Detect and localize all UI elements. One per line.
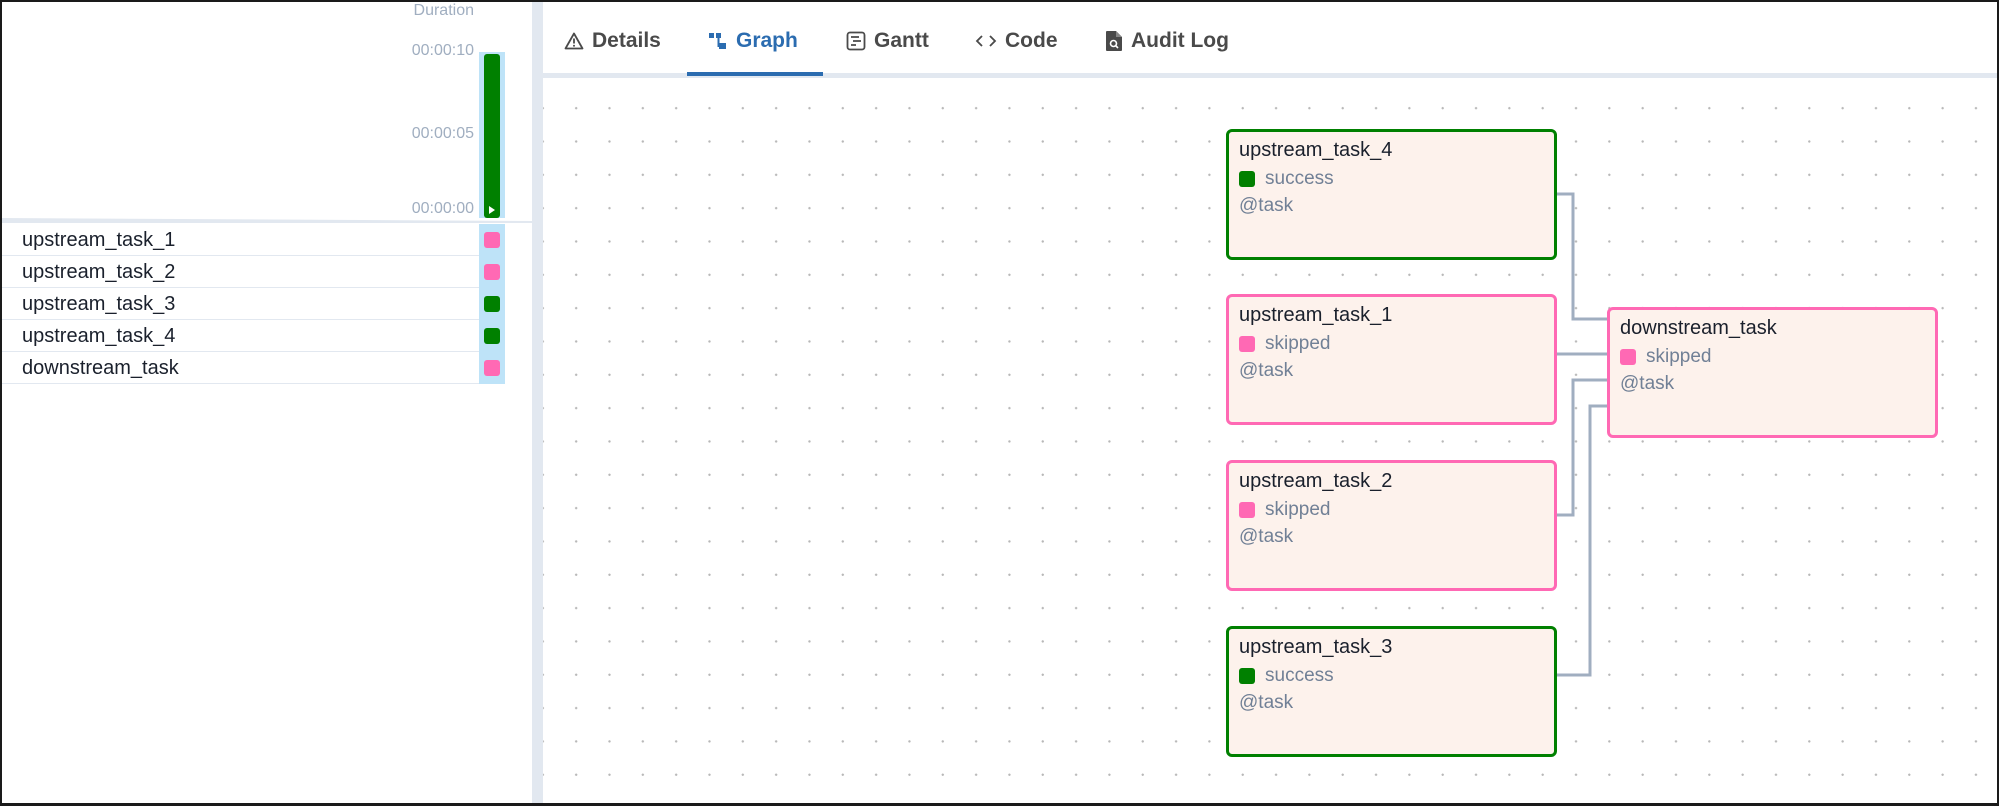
tab-details-label: Details (592, 29, 661, 52)
node-status: skipped (1239, 333, 1331, 355)
duration-tick-mid: 00:00:05 (411, 125, 474, 142)
duration-tick-min: 00:00:00 (411, 200, 474, 217)
dag-run-duration-bar[interactable] (484, 54, 500, 218)
task-name: upstream_task_2 (22, 261, 176, 283)
status-square (1239, 502, 1255, 518)
node-state-label: skipped (1646, 346, 1712, 367)
task-instance-status-square[interactable] (484, 296, 500, 312)
panel-resize-divider[interactable] (532, 2, 543, 804)
status-square (1239, 336, 1255, 352)
node-title: upstream_task_1 (1239, 304, 1393, 326)
task-row[interactable]: upstream_task_2 (2, 256, 505, 288)
active-tab-indicator (687, 72, 823, 76)
tab-graph-label: Graph (736, 29, 798, 52)
task-row[interactable]: upstream_task_1 (2, 224, 505, 256)
graph-node-upstream-task-2[interactable]: upstream_task_2 skipped @task (1226, 460, 1557, 591)
node-state-label: success (1265, 665, 1334, 686)
tab-code-label: Code (1005, 29, 1058, 52)
dag-run-column (479, 52, 505, 218)
node-title: upstream_task_2 (1239, 470, 1393, 492)
node-state-label: success (1265, 168, 1334, 189)
tab-audit-log[interactable]: Audit Log (1105, 26, 1229, 56)
task-instance-status-square[interactable] (484, 232, 500, 248)
node-status: skipped (1239, 499, 1331, 521)
node-operator: @task (1239, 195, 1294, 216)
task-row[interactable]: upstream_task_3 (2, 288, 505, 320)
status-square (1239, 171, 1255, 187)
warning-triangle-icon (564, 32, 584, 50)
graph-icon (708, 31, 728, 51)
node-state-label: skipped (1265, 499, 1331, 520)
node-operator: @task (1239, 360, 1294, 381)
task-name: downstream_task (22, 357, 179, 379)
node-title: upstream_task_4 (1239, 139, 1393, 161)
task-row[interactable]: downstream_task (2, 352, 505, 384)
graph-node-downstream-task[interactable]: downstream_task skipped @task (1607, 307, 1938, 438)
graph-node-upstream-task-4[interactable]: upstream_task_4 success @task (1226, 129, 1557, 260)
duration-header: Duration (413, 2, 474, 19)
grid-panel: Duration 00:00:10 00:00:05 00:00:00 upst… (2, 2, 532, 804)
task-instance-status-square[interactable] (484, 328, 500, 344)
node-state-label: skipped (1265, 333, 1331, 354)
graph-node-upstream-task-3[interactable]: upstream_task_3 success @task (1226, 626, 1557, 757)
duration-tick-max: 00:00:10 (411, 42, 474, 59)
node-status: skipped (1620, 346, 1712, 368)
node-title: downstream_task (1620, 317, 1777, 339)
status-square (1239, 668, 1255, 684)
tab-gantt-label: Gantt (874, 29, 929, 52)
task-name: upstream_task_4 (22, 325, 176, 347)
grid-header-separator (2, 218, 532, 223)
audit-log-icon (1105, 30, 1123, 52)
node-status: success (1239, 168, 1334, 190)
task-list: upstream_task_1 upstream_task_2 upstream… (2, 224, 505, 384)
task-row[interactable]: upstream_task_4 (2, 320, 505, 352)
task-name: upstream_task_3 (22, 293, 176, 315)
play-icon (489, 206, 495, 214)
node-operator: @task (1239, 692, 1294, 713)
task-instance-status-square[interactable] (484, 360, 500, 376)
node-title: upstream_task_3 (1239, 636, 1393, 658)
graph-node-upstream-task-1[interactable]: upstream_task_1 skipped @task (1226, 294, 1557, 425)
tab-gantt[interactable]: Gantt (846, 26, 929, 56)
code-icon (975, 32, 997, 50)
tab-details[interactable]: Details (564, 26, 661, 56)
node-operator: @task (1239, 526, 1294, 547)
node-status: success (1239, 665, 1334, 687)
task-instance-status-square[interactable] (484, 264, 500, 280)
status-square (1620, 349, 1636, 365)
task-name: upstream_task_1 (22, 229, 176, 251)
tab-graph[interactable]: Graph (708, 26, 798, 56)
tab-code[interactable]: Code (975, 26, 1058, 56)
gantt-icon (846, 31, 866, 51)
node-operator: @task (1620, 373, 1675, 394)
tab-audit-log-label: Audit Log (1131, 29, 1229, 52)
